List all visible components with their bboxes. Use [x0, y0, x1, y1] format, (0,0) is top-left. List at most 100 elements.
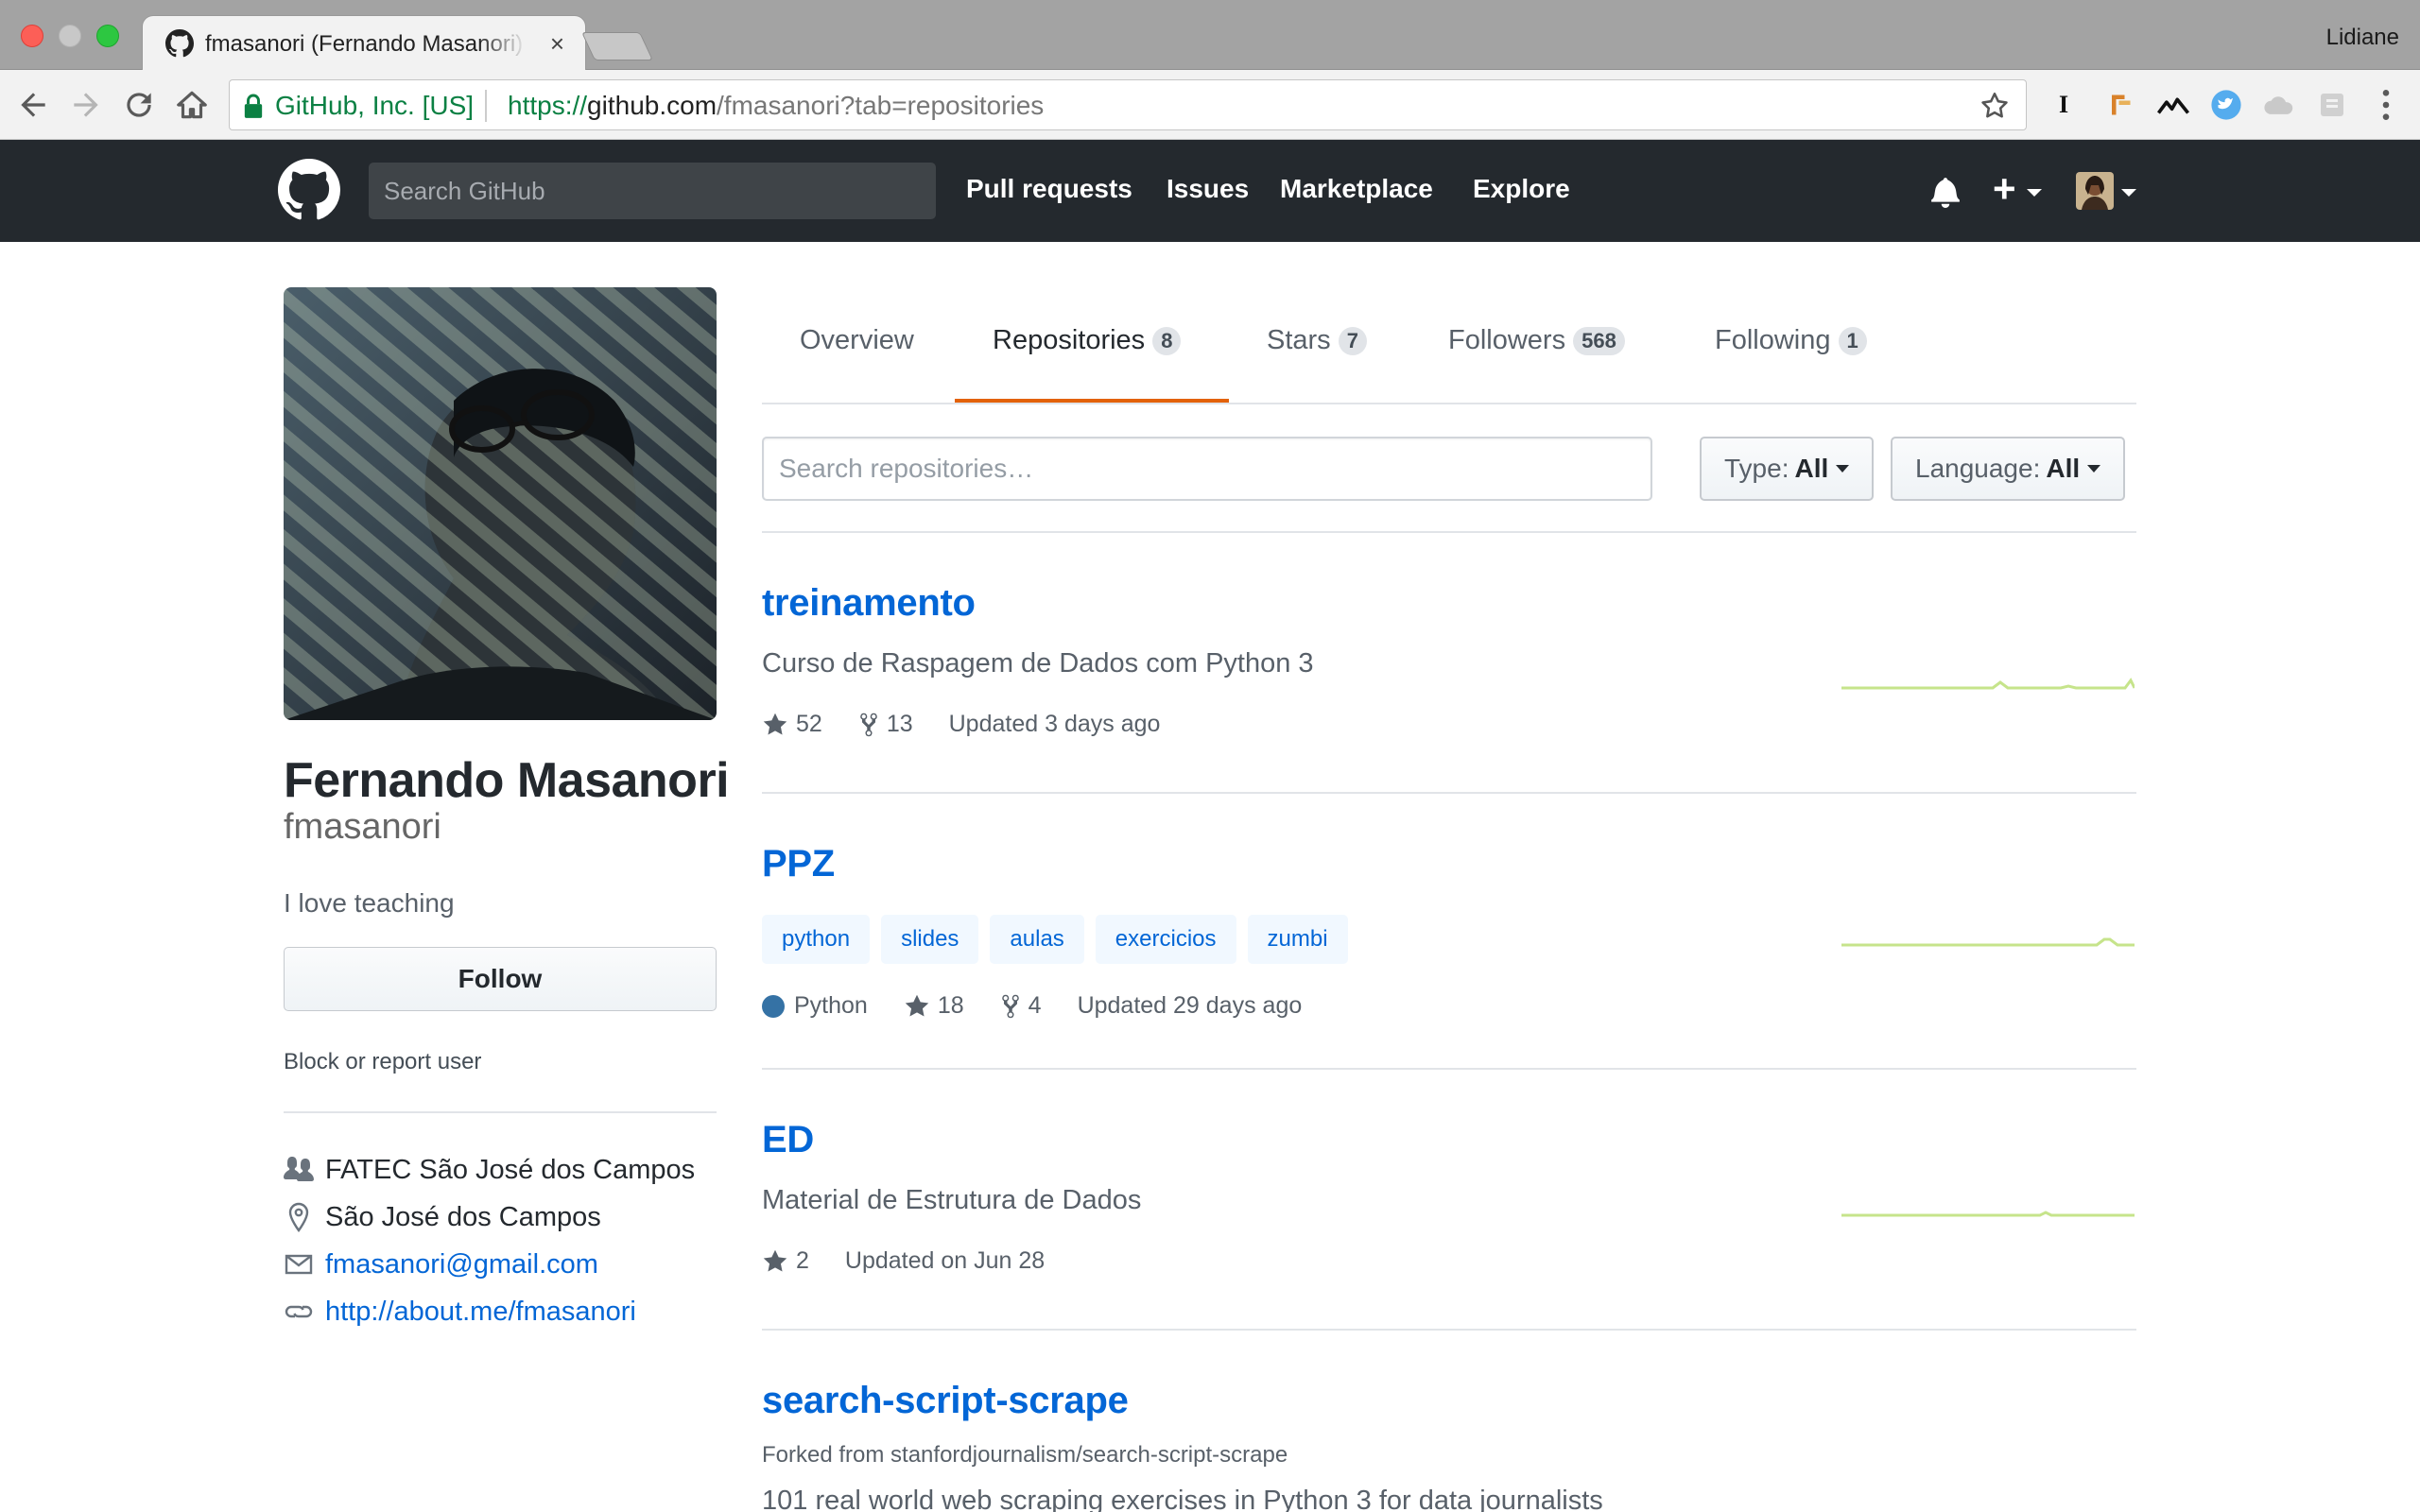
url-path: /fmasanori?tab=repositories: [717, 91, 1045, 120]
window-close-button[interactable]: [21, 25, 43, 47]
topic-tag[interactable]: python: [762, 915, 871, 964]
repo-language: Python: [762, 992, 868, 1020]
repo-forks-link[interactable]: 13: [858, 711, 913, 738]
address-bar[interactable]: GitHub, Inc. [US] https://github.com/fma…: [229, 79, 2027, 130]
repo-meta: 2 Updated on Jun 28: [762, 1247, 1080, 1275]
ev-certificate-label[interactable]: GitHub, Inc. [US]: [275, 91, 474, 121]
tab-stars[interactable]: Stars 7: [1267, 325, 1367, 356]
user-avatar[interactable]: [2076, 172, 2114, 210]
chevron-down-icon: [2027, 189, 2042, 197]
repo-description: 101 real world web scraping exercises in…: [762, 1486, 1603, 1512]
github-search-input[interactable]: Search GitHub: [369, 163, 936, 219]
repo-forks-link[interactable]: 4: [1000, 992, 1042, 1020]
cloud-icon[interactable]: [2263, 89, 2295, 121]
repo-stars-link[interactable]: 52: [762, 711, 822, 738]
tab-followers-label: Followers: [1448, 325, 1566, 355]
vcard-email-link[interactable]: fmasanori@gmail.com: [325, 1249, 598, 1280]
star-icon: [905, 994, 929, 1016]
repo-forked-from[interactable]: Forked from stanfordjournalism/search-sc…: [762, 1442, 1288, 1469]
follow-button[interactable]: Follow: [284, 947, 717, 1011]
repo-name-link[interactable]: PPZ: [762, 843, 835, 885]
tab-repositories[interactable]: Repositories 8: [993, 325, 1182, 356]
repo-language-name: Python: [794, 992, 868, 1019]
bookmark-ribbon-icon[interactable]: [2104, 89, 2136, 121]
vcard-website-link[interactable]: http://about.me/fmasanori: [325, 1297, 636, 1328]
language-filter-value: All: [2046, 454, 2081, 483]
browser-tab[interactable]: fmasanori (Fernando Masanori) ×: [142, 15, 586, 70]
nav-explore[interactable]: Explore: [1473, 174, 1570, 204]
nav-pull-requests[interactable]: Pull requests: [966, 174, 1132, 204]
repo-forks-count: 13: [886, 711, 913, 737]
repo-updated: Updated 3 days ago: [948, 711, 1161, 737]
topic-tag[interactable]: aulas: [990, 915, 1084, 964]
repo-name-link[interactable]: ED: [762, 1119, 814, 1161]
mountains-icon[interactable]: [2157, 89, 2189, 121]
repo-forks-count: 4: [1028, 992, 1042, 1019]
repo-description: Material de Estrutura de Dados: [762, 1185, 1142, 1215]
repo-stars-link[interactable]: 18: [904, 992, 964, 1020]
window-zoom-button[interactable]: [96, 25, 119, 47]
tab-following-label: Following: [1715, 325, 1831, 355]
language-filter-dropdown[interactable]: Language: All: [1891, 437, 2126, 501]
vcard-location: São José dos Campos: [284, 1198, 601, 1236]
repo-description: Curso de Raspagem de Dados com Python 3: [762, 648, 1314, 679]
block-report-link[interactable]: Block or report user: [284, 1049, 481, 1075]
browser-profile-name[interactable]: Lidiane: [2326, 25, 2399, 51]
nav-marketplace[interactable]: Marketplace: [1280, 174, 1433, 204]
followers-count-badge: 568: [1573, 326, 1625, 355]
tab-followers[interactable]: Followers 568: [1448, 325, 1625, 356]
tab-repositories-label: Repositories: [993, 325, 1146, 355]
page-icon[interactable]: [2316, 89, 2348, 121]
forward-arrow-icon[interactable]: [68, 87, 104, 123]
topic-tag[interactable]: zumbi: [1247, 915, 1348, 964]
window-minimize-button[interactable]: [59, 25, 81, 47]
twitter-icon[interactable]: [2210, 89, 2242, 121]
topic-tag[interactable]: exercicios: [1095, 915, 1236, 964]
notifications-bell-icon[interactable]: [1930, 176, 1961, 208]
nav-issues[interactable]: Issues: [1167, 174, 1249, 204]
tab-stars-label: Stars: [1267, 325, 1331, 355]
github-header: Search GitHub Pull requests Issues Marke…: [0, 140, 2420, 242]
activity-sparkline: [1841, 1211, 2135, 1217]
github-logo-icon[interactable]: [278, 159, 340, 221]
browser-menu-icon[interactable]: [2377, 87, 2395, 123]
home-icon[interactable]: [174, 87, 210, 123]
location-pin-icon: [288, 1202, 309, 1232]
repo-name-link[interactable]: treinamento: [762, 582, 976, 625]
url-scheme: https://: [508, 91, 588, 120]
repo-stars-count: 52: [796, 711, 822, 737]
vcard-organization-text: FATEC São José dos Campos: [325, 1154, 696, 1185]
topic-tag[interactable]: slides: [881, 915, 979, 964]
activity-sparkline: [1841, 678, 2135, 690]
github-favicon-icon: [165, 29, 194, 58]
url-text[interactable]: https://github.com/fmasanori?tab=reposit…: [508, 91, 1044, 121]
avatar-chevron-down-icon[interactable]: [2121, 189, 2136, 197]
language-filter-label: Language:: [1915, 454, 2041, 483]
repo-stars-link[interactable]: 2: [762, 1247, 809, 1275]
repo-search-input[interactable]: [762, 437, 1652, 501]
reload-icon[interactable]: [121, 87, 157, 123]
back-arrow-icon[interactable]: [15, 87, 51, 123]
repo-divider: [762, 792, 2136, 794]
fork-icon: [860, 713, 877, 736]
instapaper-icon[interactable]: I: [2048, 89, 2080, 121]
profile-bio: I love teaching: [284, 888, 455, 918]
type-filter-dropdown[interactable]: Type: All: [1700, 437, 1875, 501]
create-new-dropdown[interactable]: +: [1993, 166, 2049, 211]
star-icon: [763, 713, 787, 734]
type-filter-value: All: [1794, 454, 1829, 483]
tab-following[interactable]: Following 1: [1715, 325, 1867, 356]
sidebar-divider: [284, 1111, 717, 1113]
selected-tab-underline: [955, 399, 1229, 403]
new-tab-button[interactable]: [581, 32, 653, 60]
vcard-location-text: São José dos Campos: [325, 1201, 601, 1232]
plus-icon: +: [1993, 166, 2016, 211]
mail-icon: [285, 1254, 313, 1275]
repo-name-link[interactable]: search-script-scrape: [762, 1380, 1129, 1422]
tab-overview[interactable]: Overview: [800, 325, 914, 356]
tab-close-icon[interactable]: ×: [550, 29, 564, 59]
omnibox-divider: [485, 90, 487, 122]
bookmark-star-icon[interactable]: [1979, 90, 2011, 122]
following-count-badge: 1: [1838, 326, 1867, 355]
vcard-email: fmasanori@gmail.com: [284, 1246, 598, 1283]
